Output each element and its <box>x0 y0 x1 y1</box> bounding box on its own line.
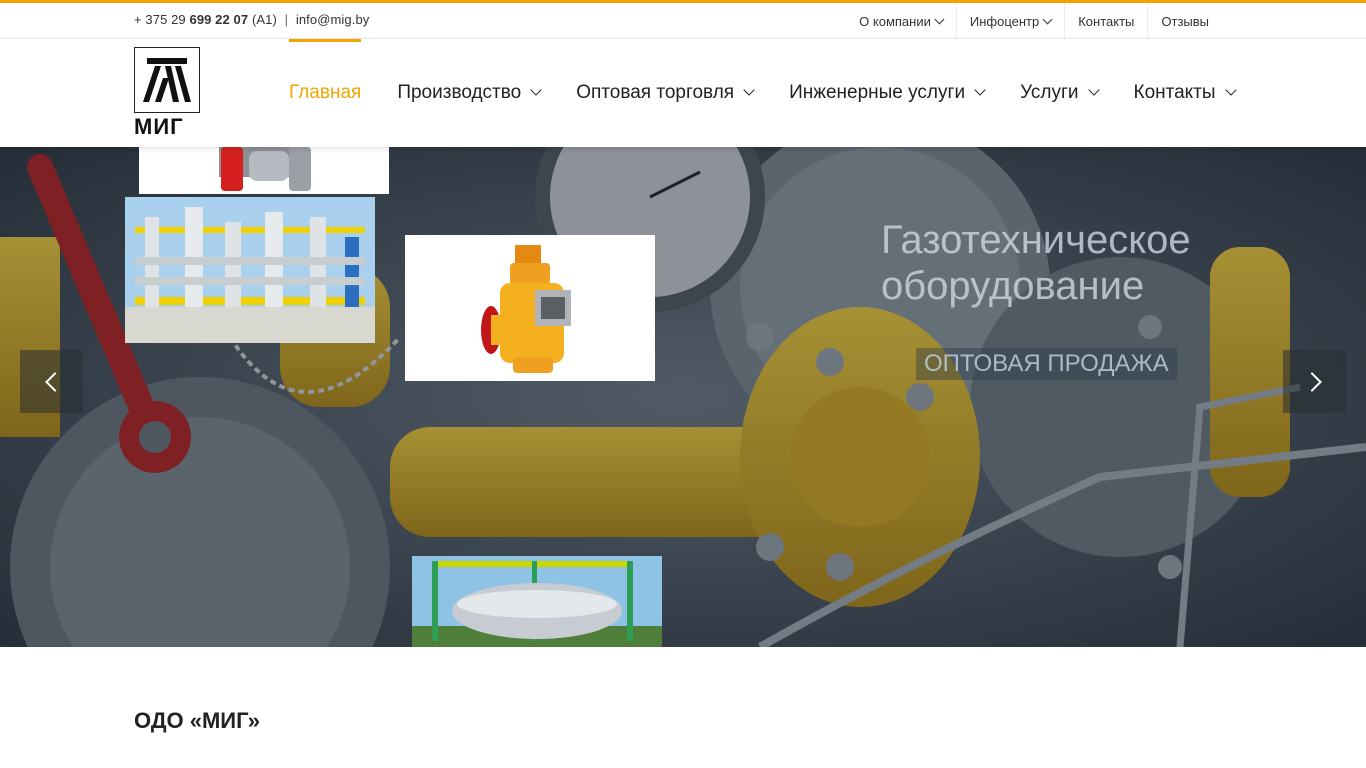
nav-engineering[interactable]: Инженерные услуги <box>789 39 986 147</box>
filter-image <box>481 245 571 373</box>
tank-image <box>412 556 662 647</box>
nav-home[interactable]: Главная <box>289 39 362 147</box>
chevron-down-icon <box>1224 84 1237 96</box>
hero-title-line1: Газотехническое <box>881 218 1191 262</box>
nav-home-label: Главная <box>289 82 362 103</box>
phone-operator: (A1) <box>251 12 277 27</box>
top-nav-about[interactable]: О компании <box>846 3 956 39</box>
logo-text: МИГ <box>134 114 184 139</box>
nav-services[interactable]: Услуги <box>1020 39 1100 147</box>
nav-wholesale-label: Оптовая торговля <box>576 82 735 103</box>
slider-next-button[interactable] <box>1283 350 1346 413</box>
top-nav-reviews[interactable]: Отзывы <box>1147 3 1222 39</box>
nav-engineering-label: Инженерные услуги <box>789 82 966 103</box>
company-title: ОДО «МИГ» <box>134 708 260 733</box>
nav-contacts[interactable]: Контакты <box>1133 39 1237 147</box>
top-nav: О компании Инфоцентр Контакты Отзывы <box>846 3 1222 39</box>
email-link[interactable]: info@mig.by <box>296 12 370 27</box>
contact-info: + 375 29 699 22 07 (A1) | info@mig.by <box>134 12 369 27</box>
nav-production-label: Производство <box>397 82 522 103</box>
chevron-down-icon <box>530 84 542 96</box>
top-nav-contacts[interactable]: Контакты <box>1064 3 1147 39</box>
chevron-left-icon <box>44 371 65 392</box>
top-nav-reviews-label: Отзывы <box>1161 13 1209 29</box>
top-nav-infocenter-label: Инфоцентр <box>969 13 1040 29</box>
product-thumb-gas-station <box>125 197 375 343</box>
chevron-down-icon <box>1042 14 1053 24</box>
chevron-down-icon <box>934 14 945 24</box>
nav-contacts-label: Контакты <box>1133 82 1216 103</box>
slider-prev-button[interactable] <box>20 350 83 413</box>
hero-title: Газотехническое оборудование <box>881 217 1191 309</box>
logo-icon <box>143 58 191 102</box>
product-thumb-tank <box>412 556 662 647</box>
logo[interactable]: МИГ <box>134 47 200 138</box>
hero-slider[interactable]: Газотехническое оборудование ОПТОВАЯ ПРО… <box>0 147 1366 647</box>
chevron-down-icon <box>1087 84 1100 96</box>
nav-services-label: Услуги <box>1020 82 1079 103</box>
chevron-down-icon <box>974 84 986 96</box>
hero-subtitle: ОПТОВАЯ ПРОДАЖА <box>916 348 1177 380</box>
nav-production[interactable]: Производство <box>397 39 542 147</box>
top-nav-infocenter[interactable]: Инфоцентр <box>955 3 1064 39</box>
hero-title-line2: оборудование <box>881 264 1145 308</box>
chevron-right-icon <box>1301 371 1322 392</box>
main-nav: Главная Производство Оптовая торговля Ин… <box>289 39 1271 147</box>
gas-station-image <box>125 197 375 343</box>
top-nav-about-label: О компании <box>859 13 931 29</box>
product-thumb-valve <box>139 147 389 194</box>
chevron-down-icon <box>743 84 755 96</box>
top-bar: + 375 29 699 22 07 (A1) | info@mig.by О … <box>0 0 1366 39</box>
phone-number[interactable]: 699 22 07 <box>189 12 248 27</box>
logo-mark <box>134 47 200 113</box>
nav-wholesale[interactable]: Оптовая торговля <box>576 39 755 147</box>
site-header: МИГ Главная Производство Оптовая торговл… <box>0 39 1366 147</box>
contact-separator: | <box>284 12 289 27</box>
phone-prefix: + 375 29 <box>134 12 190 27</box>
top-nav-contacts-label: Контакты <box>1078 13 1135 29</box>
valve-image <box>219 147 311 191</box>
product-thumb-filter <box>405 235 655 381</box>
